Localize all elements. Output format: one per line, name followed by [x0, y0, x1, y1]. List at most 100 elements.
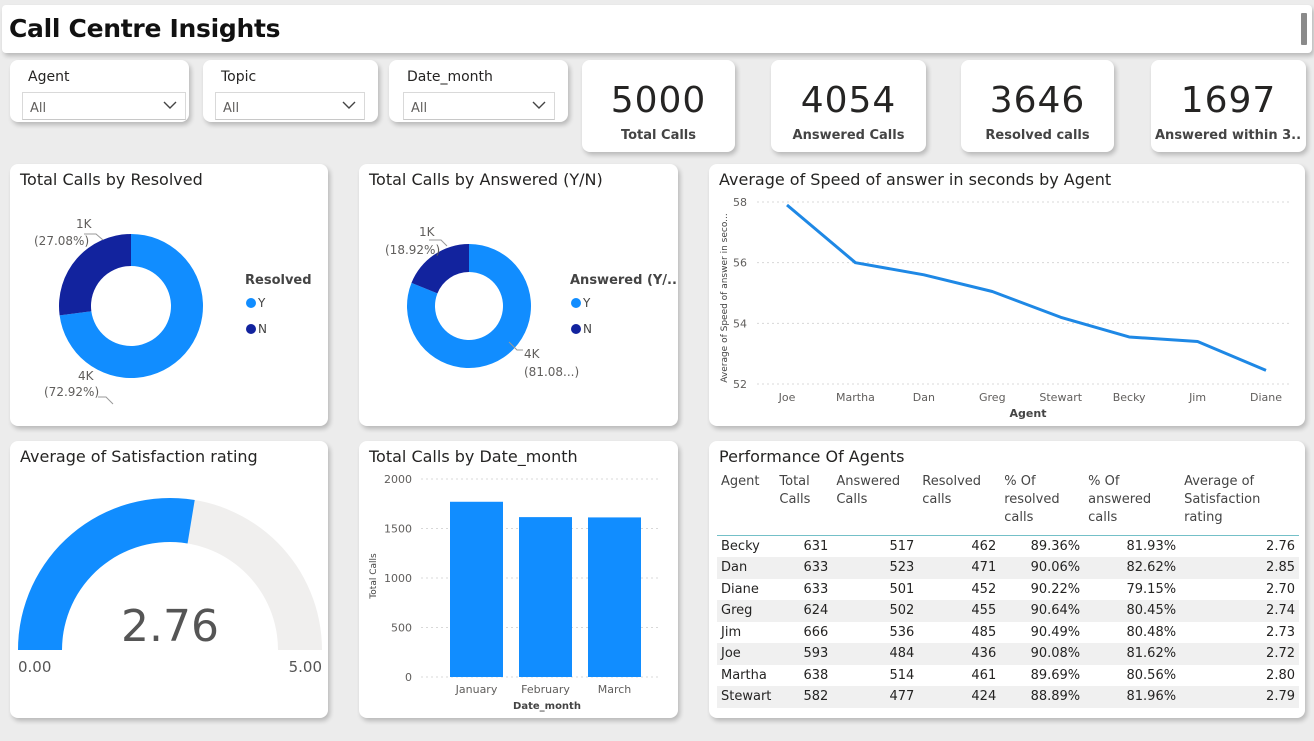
- bar-march[interactable]: [588, 517, 641, 677]
- gauge-value: 2.76: [121, 601, 219, 652]
- y-tick-label: 54: [733, 317, 747, 330]
- legend-item[interactable]: N: [258, 322, 267, 336]
- column-header[interactable]: Answered Calls: [832, 473, 918, 536]
- kpi-caption: Resolved calls: [985, 128, 1090, 143]
- legend-item[interactable]: Y: [582, 296, 591, 310]
- bar-january[interactable]: [450, 501, 503, 677]
- slice-pct-y: (72.92%): [44, 385, 99, 399]
- table-body: Becky 631 517 462 89.36% 81.93% 2.76 Dan 633 523 4…: [717, 535, 1299, 708]
- value-cell: 436: [971, 646, 997, 662]
- table-row[interactable]: Dan 633 523 471 90.06% 82.62% 2.85: [717, 557, 1299, 579]
- value-cell: 484: [889, 646, 915, 662]
- value-cell: 523: [889, 560, 915, 576]
- value-cell: 80.56%: [1126, 667, 1177, 683]
- column-header[interactable]: % Of resolved calls: [1000, 473, 1084, 536]
- table-row[interactable]: Joe 593 484 436 90.08% 81.62% 2.72: [717, 643, 1299, 665]
- legend-title: Answered (Y/...: [570, 273, 678, 288]
- column-header[interactable]: Agent: [717, 473, 775, 536]
- kpi-value: 4054: [800, 80, 897, 121]
- y-ticks: 52 54 56 58: [733, 196, 747, 391]
- bar-february[interactable]: [519, 517, 572, 677]
- x-tick-label: Diane: [1250, 391, 1282, 404]
- value-cell: 514: [889, 667, 915, 683]
- slicer-label: Date_month: [407, 69, 493, 85]
- y-tick-label: 0: [405, 671, 412, 684]
- dropdown-value: All: [411, 101, 428, 116]
- value-cell: 666: [803, 624, 829, 640]
- x-tick-label: Greg: [979, 391, 1006, 404]
- value-cell: 517: [889, 539, 915, 554]
- legend-item[interactable]: N: [583, 322, 592, 336]
- agent-cell: Greg: [721, 603, 753, 619]
- kpi-value: 3646: [989, 80, 1086, 121]
- month-bar-chart: 0 500 1000 1500 2000 January February March Da…: [369, 473, 659, 712]
- slice-pct-n: (18.92%): [385, 243, 440, 257]
- column-header[interactable]: Total Calls: [775, 473, 832, 536]
- scrollbar[interactable]: [1301, 13, 1307, 45]
- legend-item[interactable]: Y: [257, 296, 266, 310]
- slicer-agent: Agent All: [10, 60, 189, 122]
- date-month-dropdown[interactable]: All: [403, 92, 555, 120]
- answered-donut-card[interactable]: Total Calls by Answered (Y/N) 1K (18.92%…: [359, 164, 678, 426]
- slicer-topic: Topic All: [203, 60, 378, 122]
- column-header[interactable]: Resolved calls: [918, 473, 1000, 536]
- dropdown-value: All: [30, 101, 47, 116]
- kpi-value: 1697: [1180, 80, 1277, 121]
- month-bar-card[interactable]: Total Calls by Date_month 0 500 1000 1500 20…: [359, 441, 678, 718]
- value-cell: 90.49%: [1030, 624, 1081, 640]
- legend-marker: [571, 324, 581, 334]
- slice-pct-y: (81.08...): [524, 365, 579, 379]
- slicer-date-month: Date_month All: [389, 60, 568, 122]
- kpi-caption: Total Calls: [620, 128, 696, 143]
- column-header[interactable]: Average of Satisfaction rating: [1180, 473, 1299, 536]
- page-title: Call Centre Insights: [9, 14, 281, 43]
- agent-cell: Dan: [721, 560, 748, 576]
- value-cell: 2.70: [1266, 581, 1295, 597]
- value-cell: 90.06%: [1030, 560, 1081, 576]
- grid: [757, 201, 1289, 385]
- slice-pct-n: (27.08%): [34, 234, 89, 248]
- slice-label-y: 4K: [524, 347, 541, 361]
- donut-slices: [59, 234, 204, 378]
- chevron-down-icon: [342, 101, 356, 109]
- speed-line-card[interactable]: Average of Speed of answer in seconds by…: [709, 164, 1305, 426]
- chevron-down-icon: [163, 101, 177, 109]
- y-tick-label: 500: [391, 622, 412, 635]
- kpi-caption: Answered within 3...: [1155, 128, 1302, 143]
- x-tick-label: Becky: [1113, 391, 1146, 404]
- satisfaction-gauge: 2.76 0.00 5.00: [18, 498, 322, 676]
- satisfaction-gauge-card[interactable]: Average of Satisfaction rating 2.76 0.00…: [10, 441, 328, 718]
- table-row[interactable]: Becky 631 517 462 89.36% 81.93% 2.76: [717, 535, 1299, 557]
- value-cell: 81.96%: [1126, 689, 1177, 705]
- agent-dropdown[interactable]: All: [22, 92, 186, 120]
- column-header[interactable]: % Of answered calls: [1084, 473, 1180, 536]
- value-cell: 455: [971, 603, 997, 619]
- series-line[interactable]: [786, 203, 1267, 372]
- legend-marker: [571, 298, 581, 308]
- resolved-donut-chart: 1K (27.08%) 4K (72.92%) Resolved Y N: [34, 217, 312, 405]
- x-axis-label: Agent: [1010, 407, 1047, 420]
- table-row[interactable]: Diane 633 501 452 90.22% 79.15% 2.70: [717, 578, 1299, 600]
- performance-table-card[interactable]: Performance Of Agents Agent Total Calls …: [709, 441, 1305, 718]
- legend-marker: [246, 298, 256, 308]
- agent-cell: Joe: [721, 646, 741, 662]
- resolved-donut-card[interactable]: Total Calls by Resolved 1K (27.08%) 4K (…: [10, 164, 328, 426]
- table-row[interactable]: Stewart 582 477 424 88.89% 81.96% 2.79: [717, 686, 1299, 708]
- value-cell: 452: [971, 581, 997, 597]
- x-tick-label: March: [598, 683, 632, 696]
- kpi-resolved-calls: 3646 Resolved calls: [961, 60, 1114, 152]
- value-cell: 82.62%: [1126, 560, 1177, 576]
- table-row[interactable]: Greg 624 502 455 90.64% 80.45% 2.74: [717, 600, 1299, 622]
- table-row[interactable]: Jim 666 536 485 90.49% 80.48% 2.73: [717, 621, 1299, 643]
- value-cell: 89.36%: [1030, 539, 1081, 554]
- x-tick-label: January: [455, 683, 498, 696]
- value-cell: 2.73: [1266, 624, 1295, 640]
- value-cell: 536: [889, 624, 915, 640]
- topic-dropdown[interactable]: All: [215, 92, 365, 120]
- table-row[interactable]: Martha 638 514 461 89.69% 80.56% 2.80: [717, 664, 1299, 686]
- answered-donut-chart: 1K (18.92%) 4K (81.08...) Answered (Y/..…: [385, 225, 678, 379]
- agent-cell: Stewart: [721, 689, 772, 705]
- x-ticks: January February March: [455, 683, 632, 696]
- value-cell: 81.93%: [1126, 539, 1177, 554]
- table-header-row: Agent Total Calls Answered Calls Resolve…: [717, 473, 1299, 536]
